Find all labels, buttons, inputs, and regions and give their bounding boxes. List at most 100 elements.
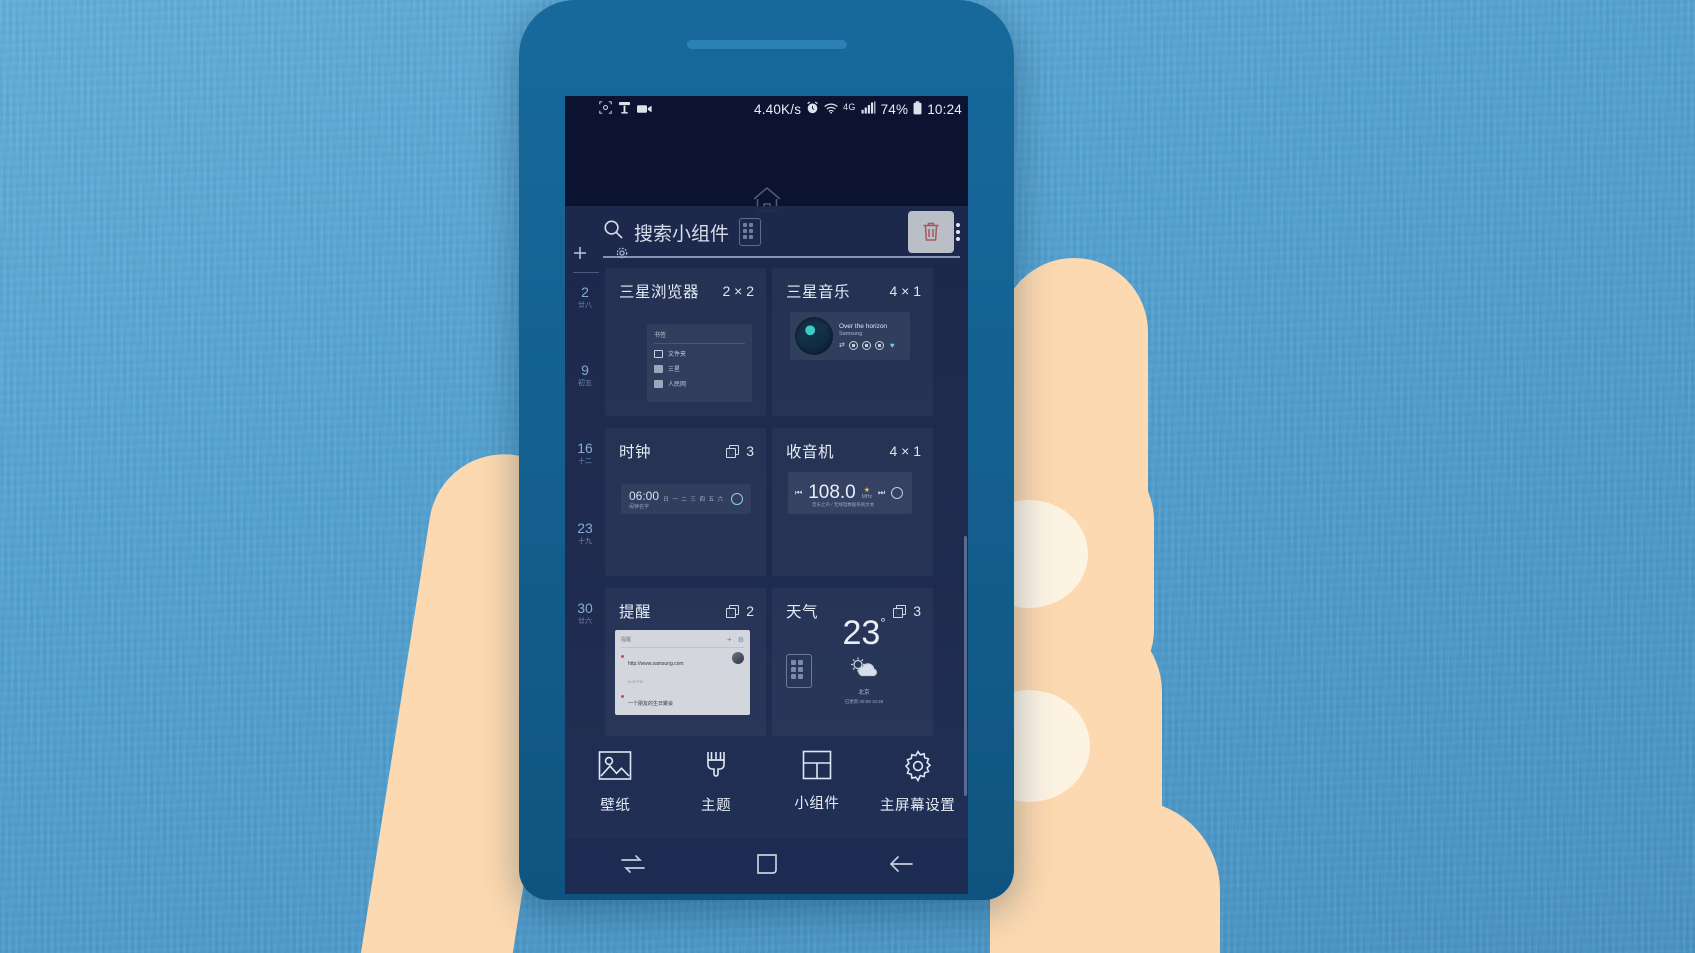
folder-icon xyxy=(654,349,663,358)
next-icon: ⏭ xyxy=(878,488,886,497)
home-settings-gear-icon xyxy=(902,750,934,787)
toolbar-item-theme[interactable]: 主题 xyxy=(670,750,762,815)
widget-card-size: 4 × 1 xyxy=(889,443,921,459)
homescreen-top-area xyxy=(565,122,968,214)
stack-count-icon xyxy=(726,604,740,618)
bookmark-label: 三星 xyxy=(668,367,681,373)
widget-card-title: 时钟 xyxy=(619,444,652,461)
calendar-day-lunar: 廿八 xyxy=(578,302,592,309)
favorite-icon: ♥ xyxy=(889,340,895,350)
toolbar-item-wallpaper[interactable]: 壁纸 xyxy=(569,750,661,815)
star-icon: ★ xyxy=(863,487,871,494)
toolbar-label: 小组件 xyxy=(794,796,840,812)
gear-icon: ⚙ xyxy=(737,636,744,644)
bottom-toolbar[interactable]: 壁纸 主题 小组件 主屏幕设置 xyxy=(565,746,968,838)
widgets-grid-icon xyxy=(802,750,832,785)
calendar-day-number: 23 xyxy=(577,520,593,536)
trash-icon xyxy=(923,222,939,241)
power-icon xyxy=(891,487,904,499)
navigation-bar[interactable] xyxy=(565,838,968,894)
widget-picker-overlay[interactable]: 2 廿八 9 初五 16 十二 23 十九 30 廿六 搜索小组件 三星浏览器 … xyxy=(565,206,968,894)
battery-icon xyxy=(913,100,922,118)
globe-icon xyxy=(654,379,663,388)
screen-recorder-icon xyxy=(637,102,652,117)
radio-unit: MHz xyxy=(861,494,873,500)
reminder-widget-preview: 提醒 + ⚙ http://www.samsung.com 6:00 PM 一个… xyxy=(615,630,750,715)
widget-card-size: 4 × 1 xyxy=(889,283,921,299)
wallpaper-icon xyxy=(598,750,632,787)
avatar xyxy=(732,652,744,664)
recents-icon[interactable] xyxy=(620,854,646,879)
bookmarks-header: 书签 xyxy=(654,333,667,339)
phone-device: 4.40K/s 4G 74% 10:24 2 廿八 9 初五 16 十二 23 … xyxy=(519,0,1014,900)
widget-card-weather[interactable]: 天气 3 23° 北京 已更新 09:59 10:46 xyxy=(772,588,933,736)
calendar-day: 2 廿八 xyxy=(571,284,599,310)
alarm-toggle-icon xyxy=(731,493,743,505)
toolbar-item-home-settings[interactable]: 主屏幕设置 xyxy=(872,750,964,815)
reminder-header: 提醒 xyxy=(621,637,632,643)
alarm-time: 06:00 xyxy=(629,488,660,503)
theme-brush-icon xyxy=(700,750,732,787)
track-title: Over the horizon xyxy=(839,322,888,330)
search-placeholder-text: 搜索小组件 xyxy=(634,223,730,245)
palm xyxy=(990,800,1220,953)
search-icon xyxy=(603,219,624,245)
widget-card-title: 三星浏览器 xyxy=(619,284,700,301)
shuffle-icon: ⇄ xyxy=(839,342,845,349)
calendar-day-number: 9 xyxy=(581,362,589,378)
previous-icon: ⏮ xyxy=(795,488,803,497)
widget-card-title: 三星音乐 xyxy=(786,284,851,301)
search-input[interactable]: 搜索小组件 xyxy=(603,218,908,246)
bookmark-item: 人民网 xyxy=(654,379,745,388)
wifi-icon xyxy=(824,102,838,117)
pause-icon xyxy=(861,340,871,350)
track-artist: Samsung xyxy=(839,330,863,337)
phone-screen[interactable]: 4.40K/s 4G 74% 10:24 2 廿八 9 初五 16 十二 23 … xyxy=(565,96,968,894)
search-row[interactable]: 搜索小组件 xyxy=(565,206,968,258)
calendar-day-number: 16 xyxy=(577,440,593,456)
bookmark-item: 文件夹 xyxy=(654,349,745,358)
bookmark-label: 人民网 xyxy=(668,382,687,388)
radio-widget-preview: ⏮ 108.0 ★ MHz ⏭ 音乐之声 / 无线电数据系统文本 xyxy=(788,472,912,514)
widget-card-title: 收音机 xyxy=(786,444,835,461)
alarm-label: 闹钟名字 xyxy=(629,503,650,510)
home-square-icon[interactable] xyxy=(755,852,779,881)
widget-card-clock[interactable]: 时钟 3 06:00 闹钟名字 日 一 二 三 四 五 六 xyxy=(605,428,766,576)
calendar-day: 9 初五 xyxy=(571,362,599,388)
bookmark-label: 文件夹 xyxy=(668,352,687,358)
battery-percent-text: 74% xyxy=(880,101,909,117)
reminder-text: http://www.samsung.com xyxy=(628,661,684,667)
more-vertical-icon[interactable] xyxy=(956,223,960,241)
samsung-icon xyxy=(654,364,663,373)
widget-card-browser[interactable]: 三星浏览器 2 × 2 书签 文件夹 三星 人民网 xyxy=(605,268,766,416)
widget-card-radio[interactable]: 收音机 4 × 1 ⏮ 108.0 ★ MHz ⏭ 音乐之声 / 无线电数据系统… xyxy=(772,428,933,576)
reminder-text: 一个朋友的生日聚会 xyxy=(628,701,674,707)
trash-button[interactable] xyxy=(908,211,954,253)
radio-station-text: 音乐之声 / 无线电数据系统文本 xyxy=(812,502,875,507)
widget-card-count: 2 xyxy=(746,603,754,619)
calendar-day-lunar: 十九 xyxy=(578,538,592,545)
toolbar-label: 主屏幕设置 xyxy=(879,798,956,814)
weather-updated: 已更新 09:59 10:46 xyxy=(844,699,884,704)
weather-temperature: 23 xyxy=(842,614,881,652)
reminder-time: 6:00 PM xyxy=(628,679,643,684)
earpiece-speaker xyxy=(686,40,847,49)
plus-icon: + xyxy=(727,635,732,644)
reminder-item: http://www.samsung.com 6:00 PM xyxy=(621,652,744,688)
widget-card-music[interactable]: 三星音乐 4 × 1 Over the horizon Samsung ⇄ ♥ xyxy=(772,268,933,416)
back-arrow-icon[interactable] xyxy=(888,853,914,880)
widget-card-grid[interactable]: 三星浏览器 2 × 2 书签 文件夹 三星 人民网 三星音乐 4 × 1 Ove… xyxy=(605,268,962,774)
toolbar-item-widgets[interactable]: 小组件 xyxy=(771,750,863,813)
status-bar: 4.40K/s 4G 74% 10:24 xyxy=(565,96,968,122)
calendar-day-number: 2 xyxy=(581,284,589,300)
stack-count-icon xyxy=(726,444,740,458)
search-underline xyxy=(603,256,960,258)
clock-time-text: 10:24 xyxy=(927,101,962,117)
music-widget-preview: Over the horizon Samsung ⇄ ♥ xyxy=(790,312,910,360)
widget-card-title: 提醒 xyxy=(619,604,652,621)
widget-card-reminder[interactable]: 提醒 2 提醒 + ⚙ http://www.samsung.com 6:00 … xyxy=(605,588,766,736)
alarm-days: 日 一 二 三 四 五 六 xyxy=(663,497,724,503)
signal-bars-icon xyxy=(861,101,876,117)
bookmark-item: 三星 xyxy=(654,364,745,373)
widget-card-size: 2 × 2 xyxy=(722,283,754,299)
